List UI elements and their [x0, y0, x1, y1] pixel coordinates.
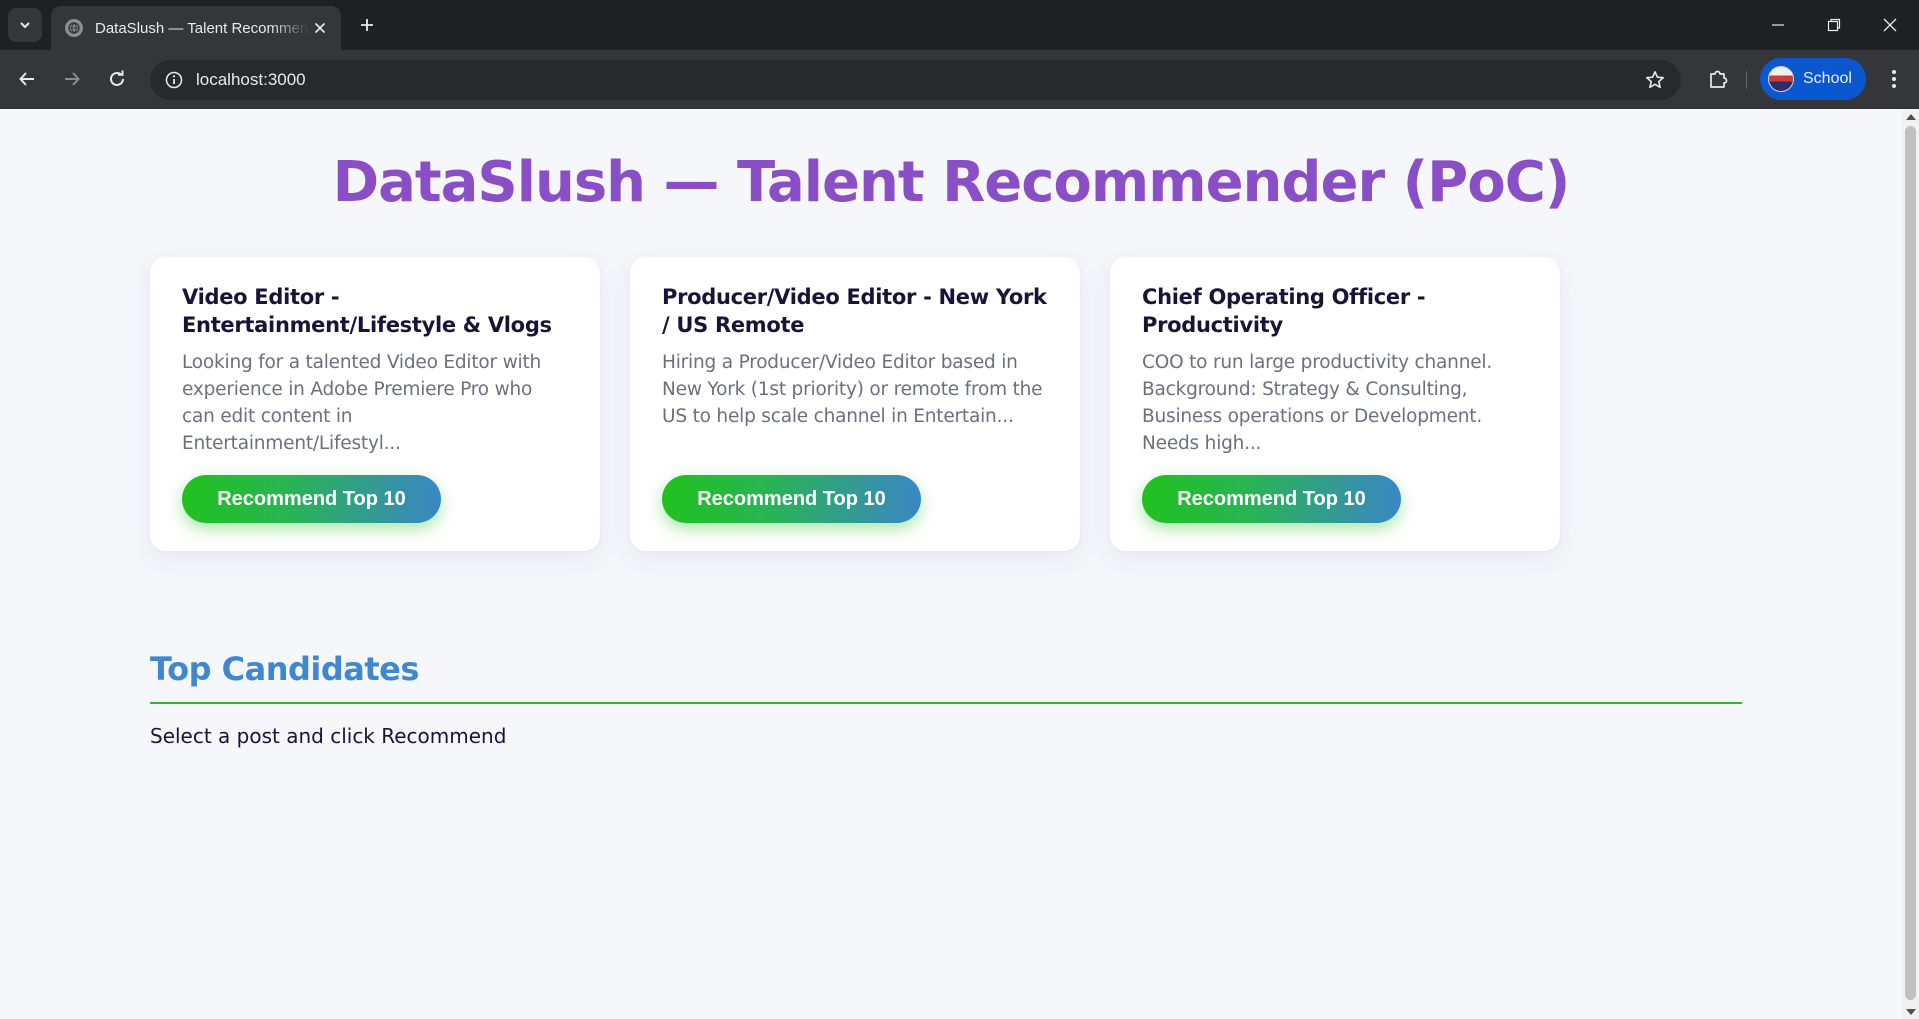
- forward-button[interactable]: [54, 61, 90, 97]
- reload-button[interactable]: [99, 61, 135, 97]
- avatar: [1768, 66, 1794, 92]
- profile-label: School: [1803, 70, 1852, 87]
- job-post-card: Video Editor - Entertainment/Lifestyle &…: [150, 257, 600, 551]
- reload-icon: [110, 70, 124, 86]
- address-url: localhost:3000: [196, 70, 306, 89]
- empty-state-message: Select a post and click Recommend: [150, 724, 507, 748]
- recommend-top-10-button[interactable]: Recommend Top 10: [182, 475, 441, 523]
- close-icon: [1883, 18, 1897, 32]
- page-title: DataSlush — Talent Recommender (PoC): [332, 150, 1571, 215]
- restore-icon: [1827, 18, 1841, 32]
- back-button[interactable]: [9, 61, 45, 97]
- recommend-top-10-button[interactable]: Recommend Top 10: [1142, 475, 1401, 523]
- job-post-description: COO to run large productivity channel. B…: [1142, 352, 1493, 454]
- scroll-up-arrow-icon[interactable]: [1906, 114, 1916, 120]
- browser-toolbar: localhost:3000 School: [0, 50, 1919, 109]
- chevron-down-icon: [20, 22, 30, 29]
- job-post-description: Looking for a talented Video Editor with…: [182, 352, 542, 454]
- plus-icon: [361, 19, 373, 31]
- job-post-title: Video Editor - Entertainment/Lifestyle &…: [182, 285, 552, 337]
- extensions-button[interactable]: [1700, 61, 1736, 97]
- site-info-icon[interactable]: [154, 60, 194, 100]
- job-posts-list: Video Editor - Entertainment/Lifestyle &…: [150, 257, 1570, 677]
- restore-button[interactable]: [1806, 0, 1862, 50]
- minimize-icon: [1772, 24, 1784, 26]
- profile-button[interactable]: School: [1760, 58, 1866, 100]
- bookmark-star-icon[interactable]: [1643, 68, 1667, 92]
- job-post-card: Producer/Video Editor - New York / US Re…: [630, 257, 1080, 551]
- browser-tab-bar: DataSlush — Talent Recommender (PoC): [0, 0, 1919, 50]
- toolbar-divider: [1746, 71, 1747, 89]
- section-divider: [150, 702, 1742, 704]
- globe-icon: [65, 19, 83, 37]
- job-post-title: Producer/Video Editor - New York / US Re…: [662, 285, 1047, 337]
- scrollbar-thumb[interactable]: [1905, 126, 1916, 1000]
- job-post-card: Chief Operating Officer - Productivity C…: [1110, 257, 1560, 551]
- minimize-button[interactable]: [1750, 0, 1806, 50]
- tab-search-button[interactable]: [8, 8, 42, 42]
- browser-tab-active[interactable]: DataSlush — Talent Recommender (PoC): [51, 6, 341, 50]
- scroll-down-arrow-icon[interactable]: [1906, 1009, 1916, 1015]
- job-post-title: Chief Operating Officer - Productivity: [1142, 285, 1426, 337]
- close-window-button[interactable]: [1862, 0, 1918, 50]
- puzzle-icon: [1710, 70, 1728, 88]
- arrow-left-icon: [19, 72, 34, 86]
- top-candidates-heading: Top Candidates: [150, 650, 419, 688]
- page-scrollbar[interactable]: [1902, 110, 1919, 1019]
- job-post-description: Hiring a Producer/Video Editor based in …: [662, 352, 1043, 427]
- arrow-right-icon: [65, 72, 80, 86]
- tab-title: DataSlush — Talent Recommender (PoC): [95, 19, 309, 37]
- close-tab-icon[interactable]: [309, 17, 331, 39]
- kebab-menu-icon: [1892, 70, 1896, 88]
- page-viewport: DataSlush — Talent Recommender (PoC) Vid…: [0, 110, 1902, 1019]
- address-bar[interactable]: localhost:3000: [150, 60, 1681, 100]
- new-tab-button[interactable]: [352, 10, 382, 40]
- recommend-top-10-button[interactable]: Recommend Top 10: [662, 475, 921, 523]
- browser-menu-button[interactable]: [1876, 61, 1912, 97]
